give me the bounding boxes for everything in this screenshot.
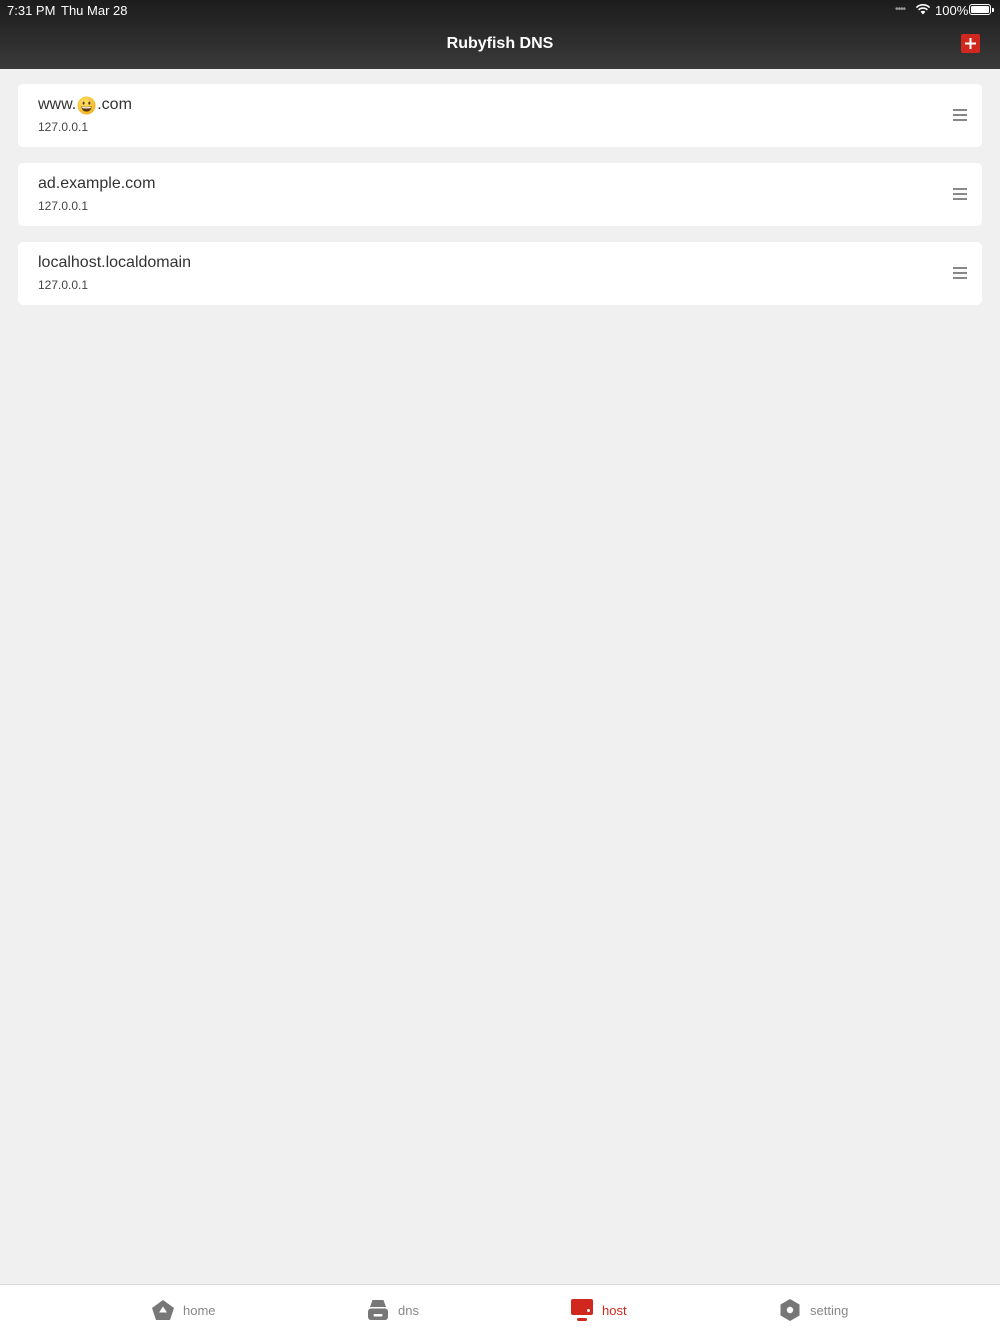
server-icon [368, 1300, 388, 1320]
host-domain-prefix: www. [38, 96, 77, 113]
wifi-icon [915, 4, 931, 15]
tab-label: home [183, 1302, 216, 1318]
tab-setting[interactable]: setting [778, 1297, 848, 1323]
tab-bar: home dns host setting [0, 1284, 1000, 1334]
tab-home[interactable]: home [151, 1297, 216, 1323]
status-date: Thu Mar 28 [61, 3, 128, 18]
monitor-icon [571, 1299, 593, 1321]
tab-dns[interactable]: dns [366, 1297, 419, 1323]
page-title: Rubyfish DNS [446, 35, 554, 52]
host-item[interactable]: localhost.localdomain 127.0.0.1 [18, 242, 982, 305]
app-header: 7:31 PM Thu Mar 28 •••• 100% Rubyfish DN… [0, 0, 1000, 69]
hamburger-menu-icon[interactable] [953, 267, 967, 280]
status-bar: 7:31 PM Thu Mar 28 •••• 100% [0, 0, 1000, 20]
tab-label: setting [810, 1302, 849, 1318]
host-domain: localhost.localdomain [38, 254, 191, 271]
plus-icon [965, 38, 976, 49]
tab-label: host [602, 1302, 627, 1318]
host-ip: 127.0.0.1 [38, 199, 89, 213]
grinning-face-emoji-icon [77, 95, 96, 115]
host-item[interactable]: www. .com 127.0.0.1 [18, 84, 982, 147]
tab-label: dns [398, 1302, 419, 1318]
host-domain-suffix: .com [97, 96, 132, 113]
cellular-signal-icon: •••• [895, 4, 906, 15]
host-domain: ad.example.com [38, 175, 156, 192]
hamburger-menu-icon[interactable] [953, 109, 967, 122]
host-list: www. .com 127.0.0.1 ad.example.com 127.0 [18, 84, 982, 321]
host-domain: www. .com [38, 95, 132, 115]
add-host-button[interactable] [961, 34, 980, 53]
gear-icon [780, 1299, 800, 1321]
tab-host[interactable]: host [570, 1297, 627, 1323]
home-icon [152, 1300, 174, 1320]
status-time: 7:31 PM [7, 3, 56, 18]
battery-icon [969, 4, 994, 15]
host-ip: 127.0.0.1 [38, 278, 89, 292]
host-ip: 127.0.0.1 [38, 120, 89, 134]
host-item[interactable]: ad.example.com 127.0.0.1 [18, 163, 982, 226]
hamburger-menu-icon[interactable] [953, 188, 967, 201]
battery-percentage: 100% [935, 3, 969, 18]
